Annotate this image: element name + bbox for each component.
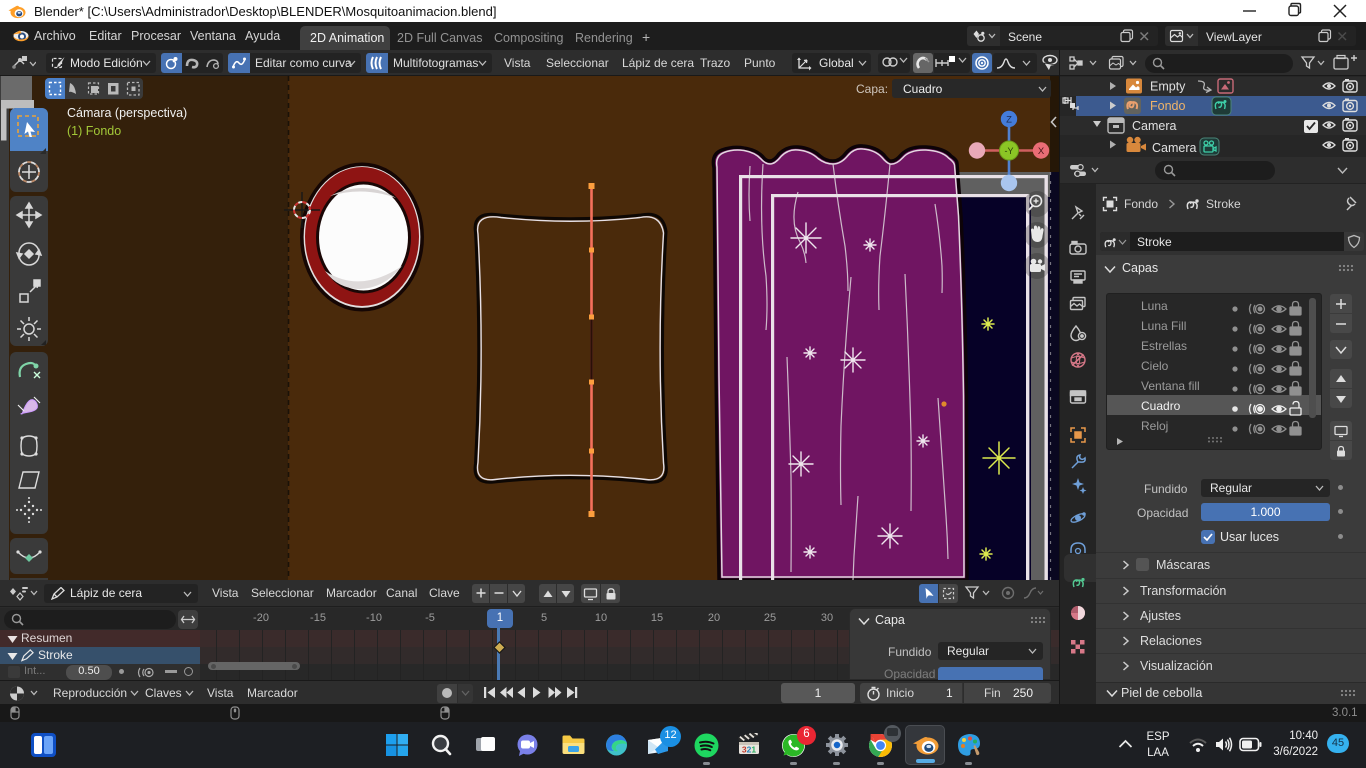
svg-text:Empty: Empty bbox=[1150, 80, 1186, 94]
svg-text:321: 321 bbox=[742, 745, 756, 755]
svg-text:Fondo: Fondo bbox=[1150, 99, 1185, 113]
svg-text:Camera: Camera bbox=[1132, 119, 1177, 133]
svg-text:-Y: -Y bbox=[1005, 146, 1014, 156]
svg-text:Z: Z bbox=[1006, 115, 1012, 126]
svg-text:Camera: Camera bbox=[1152, 141, 1197, 155]
svg-text:X: X bbox=[1038, 146, 1045, 157]
